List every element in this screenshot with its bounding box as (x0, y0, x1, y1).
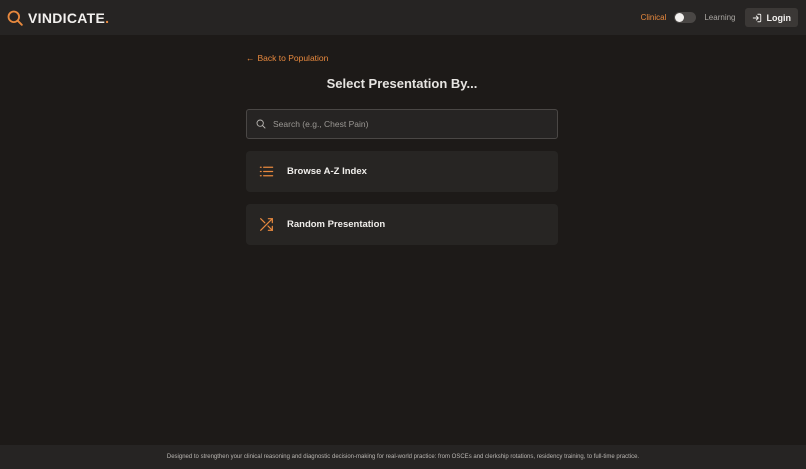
page-title: Select Presentation By... (326, 76, 478, 91)
login-button[interactable]: Login (744, 8, 798, 27)
login-icon (752, 13, 761, 22)
login-label: Login (766, 12, 792, 23)
search-icon (256, 119, 266, 129)
random-presentation-button[interactable]: Random Presentation (246, 204, 558, 245)
brand-name: VINDICATE. (28, 10, 109, 26)
browse-az-index-label: Browse A-Z Index (287, 166, 367, 177)
back-arrow-icon: ← (246, 53, 255, 63)
search-input[interactable] (273, 119, 548, 129)
mode-toggle[interactable] (674, 12, 697, 23)
mode-label-clinical: Clinical (640, 13, 667, 22)
brand-dot: . (105, 9, 110, 26)
back-link-label: Back to Population (257, 53, 329, 63)
header-controls: Clinical Learning Login (641, 8, 798, 27)
browse-az-index-button[interactable]: Browse A-Z Index (246, 151, 558, 192)
list-icon (259, 164, 274, 179)
search-icon (7, 10, 23, 26)
back-to-population-link[interactable]: ← Back to Population (246, 53, 328, 63)
brand-name-text: VINDICATE (28, 9, 106, 26)
top-header: VINDICATE. Clinical Learning Login (0, 0, 806, 35)
footer: Designed to strengthen your clinical rea… (0, 445, 806, 469)
toggle-knob (675, 13, 685, 22)
mode-label-learning: Learning (704, 13, 736, 22)
search-field[interactable] (246, 109, 558, 139)
random-presentation-label: Random Presentation (287, 219, 386, 230)
footer-text: Designed to strengthen your clinical rea… (166, 454, 640, 460)
brand-logo[interactable]: VINDICATE. (7, 10, 109, 26)
shuffle-icon (259, 217, 274, 232)
